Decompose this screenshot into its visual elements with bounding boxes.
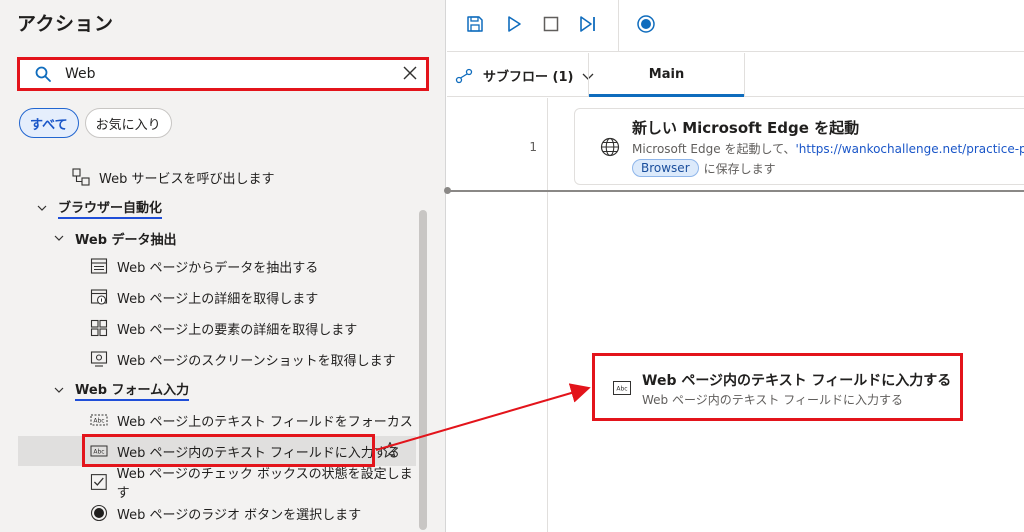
drag-card-title: Web ページ内のテキスト フィールドに入力する — [642, 373, 952, 389]
search-box[interactable]: Web — [17, 57, 429, 91]
tree-item-label: Web サービスを呼び出します — [99, 171, 275, 187]
tree-item-take-screenshot[interactable]: Web ページのスクリーンショットを取得します — [0, 344, 420, 374]
text-field-focus-icon: Abc — [90, 414, 108, 426]
step-title: 新しい Microsoft Edge を起動 — [632, 119, 860, 137]
dragged-action-card[interactable]: Abc Web ページ内のテキスト フィールドに入力する Web ページ内のテキ… — [592, 353, 963, 421]
search-icon — [35, 66, 51, 82]
filter-chips: すべて お気に入り — [19, 108, 172, 138]
step-url-link[interactable]: 'https://wankochallenge.net/practice-pa — [795, 142, 1024, 156]
screenshot-icon — [90, 351, 108, 367]
search-input[interactable]: Web — [65, 66, 96, 82]
tree-item-select-radio[interactable]: Web ページのラジオ ボタンを選択します — [0, 498, 420, 528]
icon-text: Abc — [616, 386, 627, 393]
globe-icon — [600, 137, 620, 157]
flow-tabs: サブフロー (1) Main — [447, 53, 1024, 97]
tree-group-web-data-extraction[interactable]: Web データ抽出 — [0, 223, 420, 253]
tab-main[interactable]: Main — [589, 53, 744, 97]
page-info-icon — [90, 289, 108, 305]
tree-group-label: Web フォーム入力 — [75, 379, 190, 401]
chevron-down-icon — [54, 387, 64, 393]
extract-data-icon — [90, 258, 108, 274]
drag-card-subtitle: Web ページ内のテキスト フィールドに入力する — [642, 393, 903, 407]
tree-group-label: ブラウザー自動化 — [58, 197, 163, 219]
variable-pill[interactable]: Browser — [632, 159, 699, 177]
tree-item-label: Web ページからデータを抽出する — [117, 260, 319, 276]
actions-pane: アクション Web すべて お気に入り Web サービスを呼び出します ブラウザ… — [0, 0, 446, 532]
scrollbar[interactable] — [419, 210, 427, 530]
flow-canvas[interactable]: 1 新しい Microsoft Edge を起動 Microsoft Edge … — [444, 98, 1024, 532]
actions-pane-title: アクション — [17, 13, 114, 35]
tree-item-get-details[interactable]: Web ページ上の詳細を取得します — [0, 282, 420, 312]
svg-text:Abc: Abc — [93, 418, 104, 425]
step-save-text: に保存します — [703, 161, 776, 176]
tree-item-get-element-details[interactable]: Web ページ上の要素の詳細を取得します — [0, 313, 420, 343]
toolbar-divider — [618, 0, 619, 52]
tree-item-label: Web ページ上の要素の詳細を取得します — [117, 322, 358, 338]
subflow-dropdown[interactable]: サブフロー (1) — [455, 66, 604, 85]
subflow-label: サブフロー (1) — [483, 70, 574, 85]
subflow-icon — [455, 68, 473, 83]
highlight-box — [82, 434, 375, 467]
drop-indicator-line — [447, 190, 1024, 192]
record-icon[interactable] — [636, 14, 656, 34]
filter-all-chip[interactable]: すべて — [19, 108, 79, 138]
tree-item-extract-data[interactable]: Web ページからデータを抽出する — [0, 251, 420, 281]
tab-divider — [744, 53, 745, 97]
designer-toolbar — [447, 0, 1024, 52]
web-service-icon — [72, 168, 90, 186]
radio-button-icon — [90, 504, 108, 522]
save-icon[interactable] — [465, 14, 485, 34]
filter-favorites-chip[interactable]: お気に入り — [84, 108, 172, 138]
tree-item-web-service[interactable]: Web サービスを呼び出します — [0, 162, 420, 192]
chevron-down-icon — [37, 205, 47, 211]
step-run-icon[interactable] — [578, 14, 598, 34]
tree-group-web-form-filling[interactable]: Web フォーム入力 — [0, 375, 420, 405]
tree-item-label: Web ページのチェック ボックスの状態を設定します — [116, 467, 413, 501]
tree-item-label: Web ページ上のテキスト フィールドをフォーカス — [117, 414, 413, 430]
run-icon[interactable] — [504, 14, 524, 34]
flow-step-launch-edge[interactable]: 新しい Microsoft Edge を起動 Microsoft Edge を起… — [574, 108, 1024, 185]
tree-group-browser-automation[interactable]: ブラウザー自動化 — [0, 193, 420, 223]
tree-item-set-checkbox[interactable]: Web ページのチェック ボックスの状態を設定します — [0, 467, 420, 501]
clear-icon[interactable] — [402, 65, 418, 81]
tree-item-label: Web ページのラジオ ボタンを選択します — [117, 507, 362, 523]
step-variable-line: Browser に保存します — [632, 159, 776, 177]
step-description: Microsoft Edge を起動して、'https://wankochall… — [632, 140, 1024, 157]
element-grid-icon — [90, 319, 108, 337]
tree-group-label: Web データ抽出 — [75, 232, 177, 248]
tree-item-label: Web ページのスクリーンショットを取得します — [117, 353, 396, 369]
tree-item-focus-text-field[interactable]: Abc Web ページ上のテキスト フィールドをフォーカス — [0, 405, 420, 435]
tree-item-label: Web ページ上の詳細を取得します — [117, 291, 319, 307]
line-number-gutter: 1 — [447, 98, 548, 532]
step-description-text: Microsoft Edge を起動して、 — [632, 142, 796, 156]
text-field-icon: Abc — [613, 381, 631, 395]
chevron-down-icon — [54, 235, 64, 241]
line-number: 1 — [529, 140, 537, 154]
checkbox-icon — [90, 474, 107, 490]
stop-icon[interactable] — [541, 14, 561, 34]
favorite-star-icon[interactable] — [381, 441, 399, 459]
